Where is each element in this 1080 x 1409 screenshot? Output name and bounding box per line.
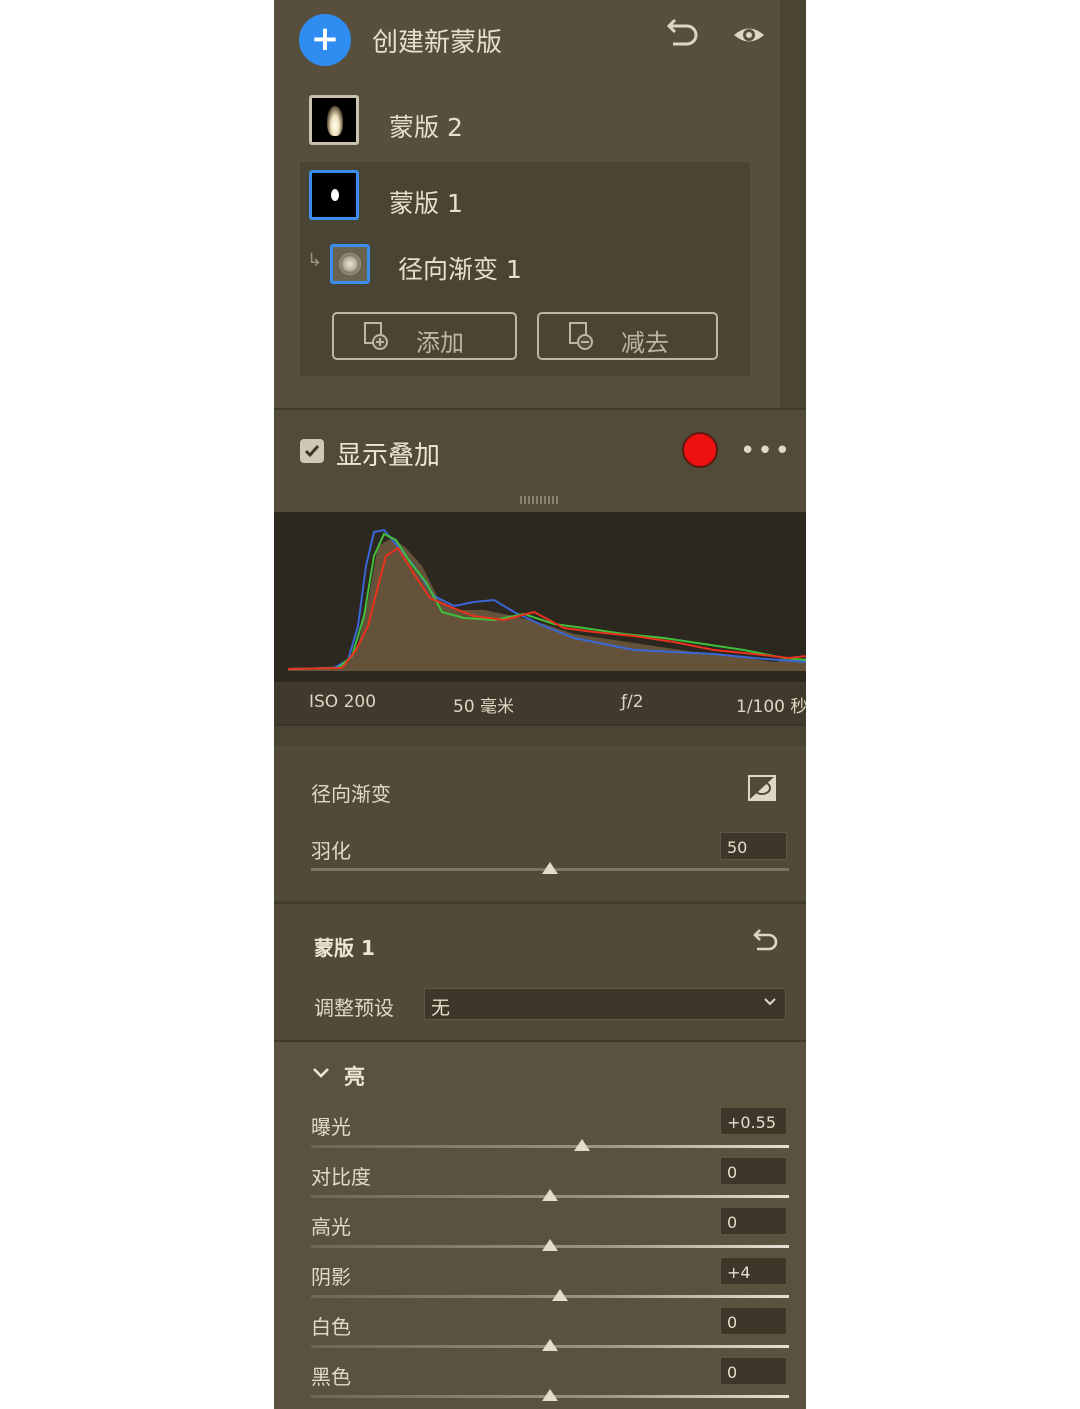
- shadows-label: 阴影: [311, 1265, 351, 1289]
- add-label: 添加: [416, 329, 464, 357]
- blacks-row: 黑色 0: [274, 1357, 806, 1409]
- show-overlay-label[interactable]: 显示叠加: [336, 435, 440, 472]
- subtract-label: 减去: [621, 329, 669, 357]
- reset-icon[interactable]: [752, 928, 780, 956]
- highlights-input[interactable]: 0: [720, 1207, 787, 1235]
- highlights-row: 高光 0: [274, 1207, 806, 1261]
- exif-info: ISO 200 50 毫米 ƒ/2 1/100 秒: [274, 682, 806, 724]
- shadows-row: 阴影 +4: [274, 1257, 806, 1311]
- blacks-input[interactable]: 0: [720, 1357, 787, 1385]
- radial-gradient-item-label[interactable]: 径向渐变 1: [398, 250, 522, 286]
- feather-input[interactable]: 50: [720, 832, 787, 860]
- overlay-color-swatch[interactable]: [682, 432, 718, 468]
- highlights-label: 高光: [311, 1215, 351, 1239]
- masks-list-section: + 创建新蒙版 蒙版 2 蒙版 1 ↳ 径向渐变 1 添加 减去: [274, 0, 806, 408]
- show-overlay-checkbox[interactable]: [300, 439, 324, 463]
- contrast-slider-thumb[interactable]: [542, 1189, 558, 1201]
- chevron-down-icon[interactable]: [312, 1066, 330, 1080]
- invert-icon[interactable]: [747, 774, 777, 802]
- more-options-icon[interactable]: •••: [740, 436, 792, 466]
- mask-2-label[interactable]: 蒙版 2: [389, 108, 463, 144]
- radial-gradient-thumbnail[interactable]: [330, 244, 370, 284]
- panel-resize-handle[interactable]: [520, 496, 560, 504]
- aperture-value: ƒ/2: [621, 692, 644, 712]
- mask-1-title: 蒙版 1: [314, 936, 375, 960]
- masks-panel: + 创建新蒙版 蒙版 2 蒙版 1 ↳ 径向渐变 1 添加 减去 显示叠加 ••…: [274, 0, 806, 1409]
- subtract-component-button[interactable]: 减去: [537, 312, 718, 360]
- exposure-row: 曝光 +0.55: [274, 1107, 806, 1161]
- whites-input[interactable]: 0: [720, 1307, 787, 1335]
- shadows-slider-thumb[interactable]: [551, 1289, 568, 1301]
- adjustment-preset-label: 调整预设: [314, 996, 394, 1020]
- feather-label: 羽化: [311, 839, 351, 863]
- eye-icon[interactable]: [732, 22, 766, 48]
- shadows-input[interactable]: +4: [720, 1257, 787, 1285]
- light-section-title[interactable]: 亮: [344, 1061, 365, 1091]
- sub-item-arrow-icon: ↳: [307, 250, 323, 271]
- add-component-button[interactable]: 添加: [332, 312, 517, 360]
- histogram: [274, 512, 806, 682]
- whites-slider-thumb[interactable]: [542, 1339, 558, 1351]
- add-mask-icon: [364, 322, 388, 350]
- contrast-row: 对比度 0: [274, 1157, 806, 1211]
- chevron-down-icon: [764, 998, 776, 1006]
- highlights-slider-thumb[interactable]: [542, 1239, 558, 1251]
- blacks-slider-thumb[interactable]: [542, 1389, 558, 1401]
- whites-row: 白色 0: [274, 1307, 806, 1361]
- mask-1-settings: 蒙版 1 调整预设 无: [274, 902, 806, 1042]
- radial-gradient-title: 径向渐变: [311, 782, 391, 806]
- shutter-speed-value: 1/100 秒: [736, 697, 806, 717]
- subtract-mask-icon: [569, 322, 593, 350]
- feather-slider-thumb[interactable]: [542, 862, 558, 874]
- shadows-slider-track[interactable]: [311, 1295, 789, 1298]
- reset-icon[interactable]: [666, 18, 700, 52]
- light-section: 亮 曝光 +0.55 对比度 0 高光 0 阴影 +4 白色 0 黑色 0: [274, 1040, 806, 1409]
- exposure-slider-track[interactable]: [311, 1145, 789, 1148]
- mask-1-label[interactable]: 蒙版 1: [389, 184, 463, 220]
- exposure-label: 曝光: [311, 1115, 351, 1139]
- exposure-slider-thumb[interactable]: [574, 1139, 591, 1151]
- radial-gradient-section: 径向渐变 羽化 50: [274, 746, 806, 900]
- preset-value: 无: [431, 997, 451, 1019]
- overlay-row: 显示叠加 •••: [274, 408, 806, 514]
- exposure-input[interactable]: +0.55: [720, 1107, 787, 1135]
- scrollbar[interactable]: [780, 0, 806, 408]
- focal-length-value: 50 毫米: [453, 697, 515, 717]
- checkmark-icon: [304, 445, 320, 458]
- mask-2-thumbnail[interactable]: [309, 95, 359, 145]
- create-mask-button[interactable]: +: [299, 14, 351, 66]
- create-mask-label[interactable]: 创建新蒙版: [372, 22, 502, 59]
- whites-label: 白色: [311, 1315, 351, 1339]
- blacks-label: 黑色: [311, 1365, 351, 1389]
- contrast-input[interactable]: 0: [720, 1157, 787, 1185]
- mask-1-thumbnail[interactable]: [309, 170, 359, 220]
- adjustment-preset-select[interactable]: 无: [424, 988, 786, 1020]
- contrast-label: 对比度: [311, 1165, 371, 1189]
- histogram-graph: [287, 528, 806, 671]
- iso-value: ISO 200: [309, 692, 377, 712]
- divider: [274, 724, 806, 746]
